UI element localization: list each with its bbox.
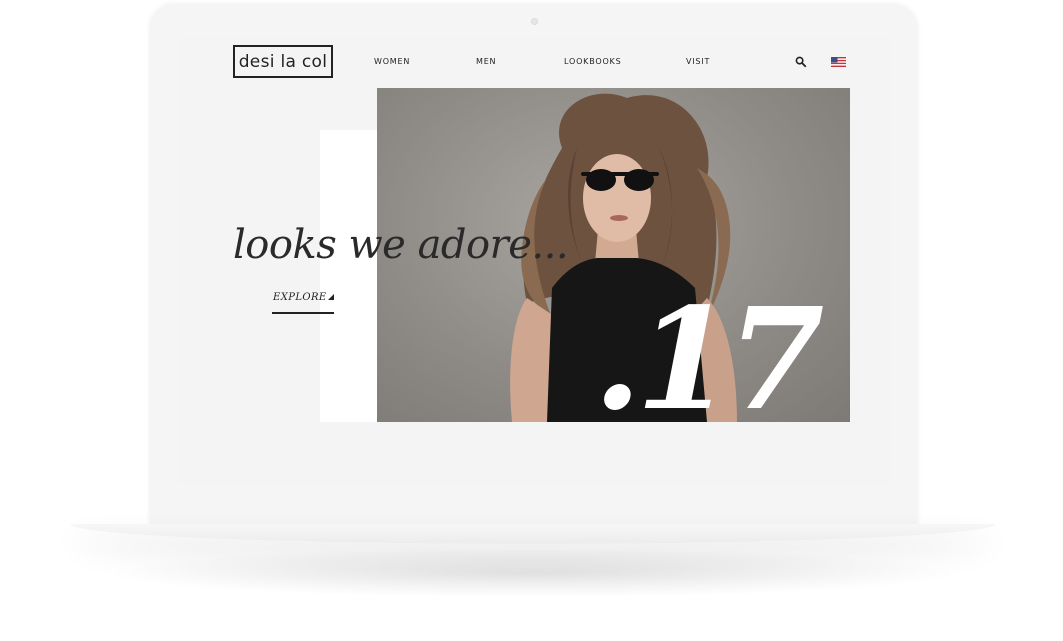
laptop-base xyxy=(70,524,995,544)
laptop-shadow xyxy=(100,548,965,598)
explore-button[interactable]: EXPLORE xyxy=(272,288,334,314)
website-screen: desi la col WOMEN MEN LOOKBOOKS VISIT .1… xyxy=(178,38,890,484)
triangle-arrow-icon xyxy=(328,294,334,300)
hero-headline: looks we adore... xyxy=(233,222,569,268)
issue-number: .17 xyxy=(593,278,825,422)
laptop-camera xyxy=(531,18,538,25)
explore-label: EXPLORE xyxy=(273,292,327,303)
